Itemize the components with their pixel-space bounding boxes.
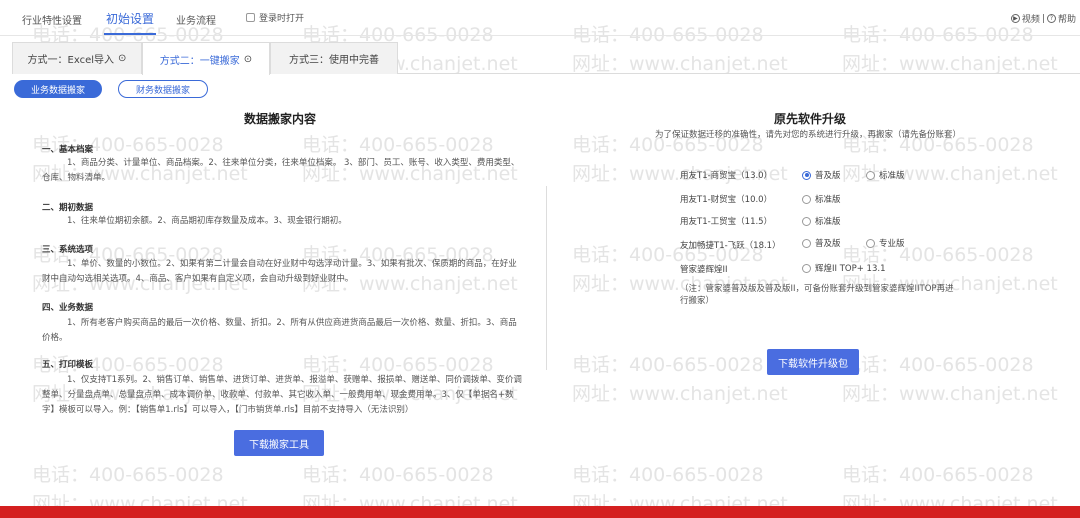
tab-excel-import[interactable]: 方式一：Excel导入 ⊙ xyxy=(12,42,142,74)
play-circle-icon: ⊙ xyxy=(118,53,127,64)
active-tab-indicator xyxy=(104,33,156,35)
section-body: 1、所有老客户购买商品的最后一次价格、数量、折扣。2、所有从供应商进货商品最后一… xyxy=(42,318,517,343)
radio-icon xyxy=(866,238,875,248)
login-open-label: 登录时打开 xyxy=(259,14,305,24)
section-title: 五、打印模板 xyxy=(42,360,94,370)
section-title: 一、基本档案 xyxy=(42,145,94,155)
download-upgrade-button[interactable]: 下载软件升级包 xyxy=(767,349,859,375)
software-name: 用友T1-工贸宝（11.5） xyxy=(680,217,773,227)
radio-icon xyxy=(802,263,811,273)
upgrade-title: 原先软件升级 xyxy=(773,112,846,126)
section-body: 1、单价、数量的小数位。2、如果有第二计量会自动在好业财中勾选浮动计量。3、如果… xyxy=(42,259,517,284)
watermark-phone: 电话：400-665-0028 xyxy=(842,354,1034,376)
login-open-checkbox[interactable]: 登录时打开 xyxy=(246,11,304,24)
watermark-url: 网址：www.chanjet.net xyxy=(842,383,1058,405)
top-nav: 行业特性设置 初始设置 业务流程 登录时打开 ▶ 视频 | ? 帮助 xyxy=(0,0,1080,36)
radio-icon xyxy=(802,216,811,226)
play-circle-icon: ⊙ xyxy=(243,53,253,65)
section-body: 1、往来单位期初余额。2、商品期初库存数量及成本。3、现金银行期初。 xyxy=(67,216,347,226)
finance-data-pill[interactable]: 财务数据搬家 xyxy=(118,80,208,98)
radio-checked-icon xyxy=(802,170,811,180)
column-divider xyxy=(546,186,547,370)
watermark-phone: 电话：400-665-0028 xyxy=(302,464,494,486)
radio-option[interactable]: 辉煌II TOP+ 13.1 xyxy=(802,262,885,274)
footer-bar xyxy=(0,506,1080,518)
section-body: 1、商品分类、计量单位、商品档案。2、往来单位分类，往来单位档案。 3、部门、员… xyxy=(42,158,520,183)
section-title: 二、期初数据 xyxy=(42,203,94,213)
top-right-links: ▶ 视频 | ? 帮助 xyxy=(1010,12,1076,25)
checkbox-icon xyxy=(246,13,255,22)
tab-excel-import-label: 方式一：Excel导入 xyxy=(27,55,115,66)
upgrade-footnote: （注：管家婆普及版及普及版II，可备份账套升级到管家婆辉煌IITOP再进行搬家） xyxy=(680,284,954,306)
watermark-phone: 电话：400-665-0028 xyxy=(302,134,494,156)
upgrade-note: 为了保证数据迁移的准确性，请先对您的系统进行升级，再搬家（请先备份账套） xyxy=(655,130,962,140)
software-name: 用友T1-财贸宝（10.0） xyxy=(680,195,773,205)
play-icon: ▶ xyxy=(1010,14,1020,23)
radio-label: 标准版 xyxy=(815,217,841,227)
radio-label: 标准版 xyxy=(815,195,841,205)
radio-label: 普及版 xyxy=(815,239,841,249)
watermark-phone: 电话：400-665-0028 xyxy=(842,464,1034,486)
watermark-phone: 电话：400-665-0028 xyxy=(572,354,764,376)
radio-option[interactable]: 标准版 xyxy=(866,169,905,181)
radio-label: 专业版 xyxy=(879,239,905,249)
tab-business-process[interactable]: 业务流程 xyxy=(176,12,216,27)
software-name: 友加畅捷T1-飞跃（18.1） xyxy=(680,241,781,251)
section-title: 四、业务数据 xyxy=(42,303,94,313)
software-name: 用友T1-商贸宝（13.0） xyxy=(680,171,773,181)
radio-option[interactable]: 标准版 xyxy=(802,215,841,227)
radio-icon xyxy=(802,238,811,248)
watermark-url: 网址：www.chanjet.net xyxy=(572,383,788,405)
radio-option[interactable]: 普及版 xyxy=(802,237,841,249)
help-icon: ? xyxy=(1046,14,1056,23)
radio-label: 普及版 xyxy=(815,171,841,181)
radio-label: 标准版 xyxy=(879,171,905,181)
radio-icon xyxy=(866,170,875,180)
tab-improve-in-use-label: 方式三：使用中完善 xyxy=(289,55,379,66)
tab-improve-in-use[interactable]: 方式三：使用中完善 xyxy=(270,42,398,74)
section-body: 1、仅支持T1系列。2、销售订单、销售单、进货订单、进货单、报溢单、获赠单、报损… xyxy=(42,375,522,415)
software-name: 管家婆辉煌II xyxy=(680,265,728,275)
move-content-title: 数据搬家内容 xyxy=(243,112,316,126)
business-data-pill[interactable]: 业务数据搬家 xyxy=(14,80,102,98)
section-title: 三、系统选项 xyxy=(42,245,94,255)
video-link[interactable]: 视频 xyxy=(1022,12,1040,25)
watermark-phone: 电话：400-665-0028 xyxy=(32,464,224,486)
help-link[interactable]: 帮助 xyxy=(1058,12,1076,25)
radio-icon xyxy=(802,194,811,204)
radio-option[interactable]: 专业版 xyxy=(866,237,905,249)
radio-label: 辉煌II TOP+ 13.1 xyxy=(815,264,886,274)
tab-initial-settings[interactable]: 初始设置 xyxy=(106,10,154,27)
radio-option[interactable]: 标准版 xyxy=(802,193,841,205)
tab-one-click-move[interactable]: 方式二：一键搬家 ⊙ xyxy=(142,42,270,75)
watermark-phone: 电话：400-665-0028 xyxy=(572,464,764,486)
radio-option[interactable]: 普及版 xyxy=(802,169,841,181)
download-move-tool-button[interactable]: 下载搬家工具 xyxy=(234,430,324,456)
tab-industry-settings[interactable]: 行业特性设置 xyxy=(22,12,82,27)
method-tabs: 方式一：Excel导入 ⊙ 方式二：一键搬家 ⊙ 方式三：使用中完善 xyxy=(12,42,1080,75)
tab-one-click-move-label: 方式二：一键搬家 xyxy=(159,55,240,67)
